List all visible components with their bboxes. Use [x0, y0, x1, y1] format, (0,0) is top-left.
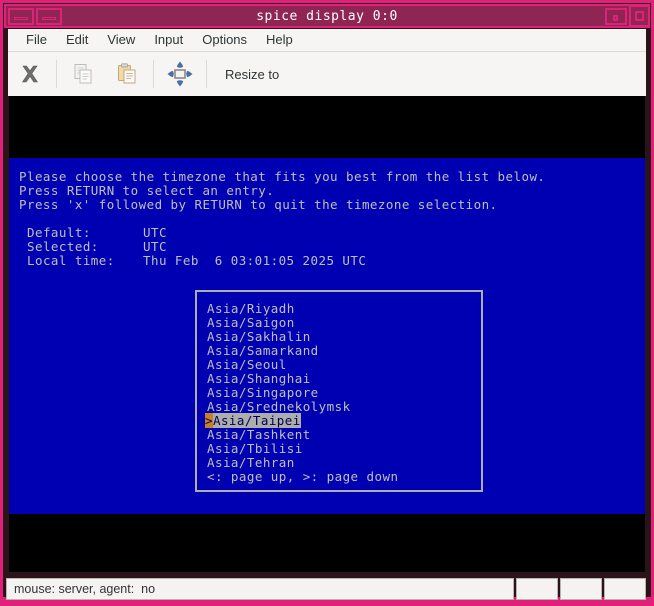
menu-help[interactable]: Help: [257, 31, 302, 49]
terminal-screen[interactable]: Please choose the timezone that fits you…: [9, 158, 645, 514]
titlebar-close-button[interactable]: [629, 5, 650, 27]
shade-icon: [42, 17, 56, 20]
maximize-icon: [613, 15, 618, 21]
close-x-icon: [19, 63, 41, 85]
timezone-list-box[interactable]: Asia/Riyadh Asia/Saigon Asia/Sakhalin As…: [195, 290, 483, 492]
paste-icon: [115, 62, 139, 86]
selection-cursor-icon: >: [205, 413, 213, 428]
window-title: spice display 0:0: [6, 8, 648, 25]
statusbar: mouse: server, agent: no: [6, 578, 648, 600]
menu-view[interactable]: View: [98, 31, 144, 49]
toolbar-separator-3: [206, 60, 207, 88]
titlebar-minimize-button[interactable]: [8, 8, 34, 25]
status-panel-4: [604, 578, 646, 600]
window-frame-shadow-left: [3, 3, 4, 597]
menu-input[interactable]: Input: [145, 31, 192, 49]
window-titlebar[interactable]: spice display 0:0: [4, 4, 650, 28]
prompt-line-3: Press 'x' followed by RETURN to quit the…: [19, 198, 498, 212]
list-item[interactable]: Asia/Tbilisi: [207, 442, 303, 456]
titlebar-shade-button[interactable]: [36, 8, 62, 25]
list-item[interactable]: Asia/Tashkent: [207, 428, 311, 442]
field-localtime-label: Local time:: [27, 254, 115, 268]
minimize-icon: [14, 17, 28, 20]
toolbar-separator-1: [56, 60, 57, 88]
close-icon: [635, 11, 644, 21]
list-item[interactable]: Asia/Samarkand: [207, 344, 319, 358]
guest-display-area[interactable]: Please choose the timezone that fits you…: [9, 96, 645, 572]
resize-monitor-icon: [166, 60, 194, 88]
spice-client-window: spice display 0:0 File Edit View Input O…: [0, 0, 654, 606]
titlebar-inner: spice display 0:0: [6, 6, 648, 26]
list-pagination-hint: <: page up, >: page down: [207, 470, 398, 484]
toolbar: Resize to: [8, 52, 646, 96]
resize-to-label[interactable]: Resize to: [211, 67, 279, 82]
menu-edit[interactable]: Edit: [57, 31, 97, 49]
list-item[interactable]: Asia/Seoul: [207, 358, 287, 372]
list-item[interactable]: Asia/Srednekolymsk: [207, 400, 351, 414]
list-item[interactable]: Asia/Shanghai: [207, 372, 311, 386]
copy-icon: [71, 62, 95, 86]
paste-button[interactable]: [105, 53, 149, 95]
list-item[interactable]: Asia/Sakhalin: [207, 330, 311, 344]
list-item-selected[interactable]: >Asia/Taipei: [205, 414, 301, 428]
list-item[interactable]: Asia/Riyadh: [207, 302, 295, 316]
menu-options[interactable]: Options: [193, 31, 256, 49]
disconnect-button[interactable]: [8, 53, 52, 95]
menu-file[interactable]: File: [17, 31, 56, 49]
status-panel-3: [560, 578, 602, 600]
list-item-selected-label: Asia/Taipei: [213, 413, 301, 428]
list-item[interactable]: Asia/Singapore: [207, 386, 319, 400]
list-item[interactable]: Asia/Tehran: [207, 456, 295, 470]
status-panel-2: [516, 578, 558, 600]
menubar: File Edit View Input Options Help: [8, 29, 646, 52]
copy-button[interactable]: [61, 53, 105, 95]
resize-button[interactable]: [158, 53, 202, 95]
toolbar-separator-2: [153, 60, 154, 88]
field-localtime-value: Thu Feb 6 03:01:05 2025 UTC: [143, 254, 366, 268]
titlebar-maximize-button[interactable]: [605, 8, 627, 25]
list-item[interactable]: Asia/Saigon: [207, 316, 295, 330]
status-mouse-agent: mouse: server, agent: no: [6, 578, 514, 600]
